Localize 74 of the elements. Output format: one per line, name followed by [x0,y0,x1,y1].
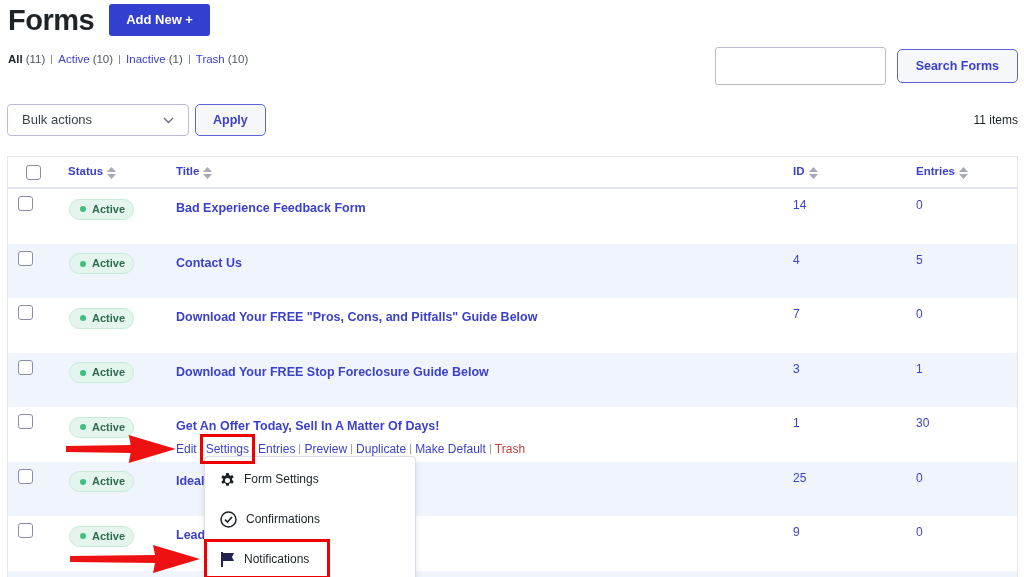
id-cell-text: 4 [792,251,801,269]
form-title-link[interactable]: Lead [176,528,206,542]
sort-icon [107,166,117,179]
entries-cell-text: 5 [915,251,924,269]
caret-icon [163,117,174,125]
status-badge: Active [69,525,135,547]
filter-link[interactable]: Inactive [126,51,166,69]
row-action-link[interactable]: Preview [304,440,348,458]
filter-link[interactable]: Trash [195,51,225,69]
status-badge: Active [69,471,135,492]
search-forms-button[interactable]: Search Forms [896,49,1018,83]
select-all-checkbox[interactable] [26,165,41,180]
column-header[interactable]: ID [793,164,818,177]
page-title: Forms [8,5,95,35]
status-badge: Active [69,198,135,220]
filter-count: (1) [168,52,183,67]
filter-count: (11) [25,52,46,67]
row-checkbox[interactable] [18,305,33,320]
entries-cell-text: 1 [915,360,924,378]
column-header[interactable]: Entries [916,164,968,177]
id-cell-text: 9 [792,524,801,541]
row-checkbox[interactable] [18,250,33,266]
highlight-box [199,434,256,464]
check-circle-icon [220,510,237,528]
row-checkbox[interactable] [18,359,33,375]
entries-cell-text: 0 [915,524,924,541]
id-cell-text: 14 [792,197,808,214]
id-cell-text: 7 [792,306,801,323]
entries-cell-text: 30 [915,415,931,432]
form-title-link[interactable]: Bad Experience Feedback Form [176,201,366,215]
id-cell-text: 1 [792,415,801,432]
form-title-link[interactable]: Get An Offer Today, Sell In A Matter Of Days! [176,419,440,433]
add-new-button[interactable]: Add New + [109,4,210,36]
filter-count: (10) [92,52,114,67]
row-checkbox[interactable] [18,196,33,211]
row-action-link[interactable]: Make Default [415,440,486,458]
row-checkbox[interactable] [18,414,33,429]
search-field[interactable] [714,47,886,85]
id-cell-text: 3 [792,360,801,378]
id-cell-text: 25 [792,469,808,487]
filter-link[interactable]: Active [58,51,90,69]
status-badge: Active [69,307,135,329]
sort-icon [203,166,213,179]
bulk-actions-select[interactable]: Bulk actions [7,104,189,136]
menu-item[interactable]: Confirmations [205,499,334,539]
row-action-link[interactable]: Edit [176,440,197,458]
status-badge: Active [69,253,135,274]
apply-button[interactable]: Apply [195,104,266,136]
form-title-link[interactable]: Download Your FREE "Pros, Cons, and Pitfalls" Guide Below [176,310,538,324]
status-badge: Active [69,362,135,383]
items-count: 11 items [973,112,1018,129]
filter-count: (10) [227,52,249,67]
row-checkbox[interactable] [18,523,33,538]
flag-icon [221,551,235,567]
column-header[interactable]: Status [68,164,117,177]
menu-item[interactable]: Form Settings [205,459,332,499]
form-title-link[interactable]: Download Your FREE Stop Foreclosure Guide Below [176,364,489,379]
form-title-link[interactable]: Ideal [176,473,205,488]
entries-cell-text: 0 [915,197,924,214]
filter-link[interactable]: All [8,51,23,69]
row-action-link[interactable]: Entries [258,440,296,458]
row-checkbox[interactable] [18,468,33,484]
row-action-link[interactable]: Trash [494,440,526,458]
status-badge: Active [69,416,135,438]
sort-icon [959,166,968,179]
row-action-link[interactable]: Duplicate [356,440,407,458]
gear-icon [220,471,235,487]
entries-cell-text: 0 [915,469,924,487]
form-title-link[interactable]: Contact Us [176,255,242,270]
sort-icon [808,166,818,179]
column-header[interactable]: Title [176,164,213,177]
row-action-link[interactable]: Settings [205,440,250,458]
menu-item[interactable]: Notifications [204,539,331,577]
entries-cell-text: 0 [915,306,924,323]
